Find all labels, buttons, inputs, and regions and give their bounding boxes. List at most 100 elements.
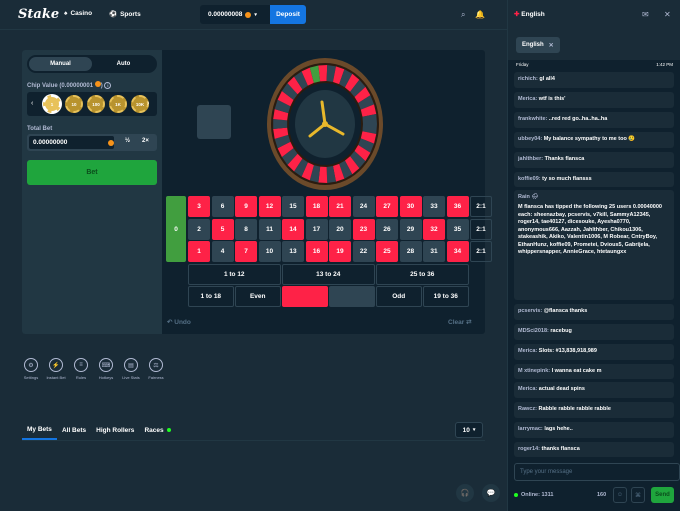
chip-1k[interactable]: 1K xyxy=(109,95,127,113)
control-instant-bet[interactable]: ⚡ Instant Bet xyxy=(45,358,67,380)
tab-races[interactable]: Races xyxy=(139,420,175,440)
number-cell-12[interactable]: 12 xyxy=(258,196,281,217)
number-cell-20[interactable]: 20 xyxy=(329,218,351,240)
number-cell-14[interactable]: 14 xyxy=(282,218,304,240)
number-cell-24[interactable]: 24 xyxy=(352,196,375,217)
control-settings[interactable]: ⚙ Settings xyxy=(20,358,42,380)
chat-username[interactable]: Merica: xyxy=(518,348,537,354)
column-bet-1[interactable]: 2:1 xyxy=(470,241,492,262)
number-cell-19[interactable]: 19 xyxy=(329,241,351,262)
red-bet[interactable] xyxy=(282,286,328,307)
bet-button[interactable]: Bet xyxy=(27,160,157,185)
chat-username[interactable]: ubbey04: xyxy=(518,136,542,142)
tab-high-rollers[interactable]: High Rollers xyxy=(91,420,139,440)
number-cell-1[interactable]: 1 xyxy=(188,241,210,262)
chat-username[interactable]: roger14: xyxy=(518,446,540,452)
number-cell-22[interactable]: 22 xyxy=(352,241,375,262)
chat-username[interactable]: Merica: xyxy=(518,386,537,392)
control-fairness[interactable]: ⚖ Fairness xyxy=(145,358,167,380)
emoji-button[interactable]: ☺ xyxy=(613,487,627,503)
column-bet-3[interactable]: 2:1 xyxy=(470,196,492,217)
even-bet[interactable]: Even xyxy=(235,286,281,307)
control-rules[interactable]: ≡ Rules xyxy=(70,358,92,380)
close-icon[interactable]: ✕ xyxy=(664,10,671,19)
chat-username[interactable]: Rain 🌧 xyxy=(518,194,538,200)
chat-username[interactable]: Rawcz: xyxy=(518,406,537,412)
commands-button[interactable]: ⌘ xyxy=(631,487,645,503)
number-cell-0[interactable]: 0 xyxy=(166,196,186,262)
chat-username[interactable]: koffie09: xyxy=(518,176,541,182)
dozen-bet-1[interactable]: 1 to 12 xyxy=(188,263,281,285)
number-cell-5[interactable]: 5 xyxy=(211,218,234,240)
number-cell-6[interactable]: 6 xyxy=(211,196,234,217)
chat-language-select[interactable]: ✚ English xyxy=(514,10,545,18)
number-cell-7[interactable]: 7 xyxy=(235,241,257,262)
chip-1[interactable]: 1 xyxy=(43,95,61,113)
chat-username[interactable]: M xtinepink: xyxy=(518,368,550,374)
number-cell-36[interactable]: 36 xyxy=(446,196,469,217)
chat-username[interactable]: larrymac: xyxy=(518,426,543,432)
number-cell-13[interactable]: 13 xyxy=(282,241,304,262)
number-cell-15[interactable]: 15 xyxy=(282,196,304,217)
undo-button[interactable]: ↶ Undo xyxy=(167,318,191,326)
chevron-left-icon[interactable]: ‹ xyxy=(31,100,33,107)
half-button[interactable]: ½ xyxy=(125,138,130,144)
mail-icon[interactable]: ✉ xyxy=(642,10,649,19)
chat-username[interactable]: pcservis: xyxy=(518,308,542,314)
number-cell-30[interactable]: 30 xyxy=(399,196,422,217)
low-bet[interactable]: 1 to 18 xyxy=(188,286,234,307)
number-cell-16[interactable]: 16 xyxy=(305,241,328,262)
number-cell-31[interactable]: 31 xyxy=(423,241,445,262)
black-bet[interactable] xyxy=(329,286,375,307)
info-icon[interactable]: i xyxy=(104,82,112,89)
chevron-right-icon[interactable]: › xyxy=(147,100,149,107)
headset-icon[interactable]: 🎧 xyxy=(456,484,474,502)
number-cell-29[interactable]: 29 xyxy=(399,218,422,240)
close-icon[interactable]: ✕ xyxy=(549,42,554,49)
tab-all-bets[interactable]: All Bets xyxy=(57,420,91,440)
tab-my-bets[interactable]: My Bets xyxy=(22,420,57,440)
bell-icon[interactable]: 🔔 xyxy=(475,10,485,19)
send-button[interactable]: Send xyxy=(651,487,674,503)
balance-selector[interactable]: 0.00000008 ▾ xyxy=(200,5,270,24)
control-live-stats[interactable]: ▤ Live Stats xyxy=(120,358,142,380)
number-cell-3[interactable]: 3 xyxy=(188,196,210,217)
number-cell-33[interactable]: 33 xyxy=(423,196,445,217)
total-bet-input[interactable]: 0.00000000 xyxy=(29,136,114,149)
tab-manual[interactable]: Manual xyxy=(29,57,92,71)
odd-bet[interactable]: Odd xyxy=(376,286,422,307)
chip-10[interactable]: 10 xyxy=(65,95,83,113)
page-size-select[interactable]: 10 ▾ xyxy=(455,422,483,438)
number-cell-9[interactable]: 9 xyxy=(235,196,257,217)
number-cell-11[interactable]: 11 xyxy=(258,218,281,240)
stake-logo[interactable]: Stake xyxy=(18,7,59,22)
chat-username[interactable]: frankwhite: xyxy=(518,116,547,122)
chip-100[interactable]: 100 xyxy=(87,95,105,113)
search-icon[interactable]: ⌕ xyxy=(461,10,465,20)
number-cell-32[interactable]: 32 xyxy=(423,218,445,240)
number-cell-18[interactable]: 18 xyxy=(305,196,328,217)
clear-button[interactable]: Clear ⇄ xyxy=(448,318,472,326)
number-cell-23[interactable]: 23 xyxy=(352,218,375,240)
dozen-bet-2[interactable]: 13 to 24 xyxy=(282,263,375,285)
number-cell-10[interactable]: 10 xyxy=(258,241,281,262)
deposit-button[interactable]: Deposit xyxy=(270,5,306,24)
chat-bubble-icon[interactable]: 💬 xyxy=(482,484,500,502)
column-bet-2[interactable]: 2:1 xyxy=(470,218,492,240)
number-cell-34[interactable]: 34 xyxy=(446,241,469,262)
tab-auto[interactable]: Auto xyxy=(92,57,155,71)
control-hotkeys[interactable]: ⌨ Hotkeys xyxy=(95,358,117,380)
number-cell-28[interactable]: 28 xyxy=(399,241,422,262)
chat-input[interactable]: Type your message xyxy=(514,463,680,481)
chat-username[interactable]: jahlthber: xyxy=(518,156,543,162)
number-cell-26[interactable]: 26 xyxy=(376,218,398,240)
nav-casino[interactable]: ♠ Casino xyxy=(64,10,92,17)
chat-room-chip[interactable]: English ✕ xyxy=(516,37,560,53)
number-cell-35[interactable]: 35 xyxy=(446,218,469,240)
chat-username[interactable]: Merica: xyxy=(518,96,537,102)
number-cell-25[interactable]: 25 xyxy=(376,241,398,262)
number-cell-2[interactable]: 2 xyxy=(188,218,210,240)
nav-sports[interactable]: ⚽ Sports xyxy=(109,10,141,19)
number-cell-8[interactable]: 8 xyxy=(235,218,257,240)
high-bet[interactable]: 19 to 36 xyxy=(423,286,469,307)
